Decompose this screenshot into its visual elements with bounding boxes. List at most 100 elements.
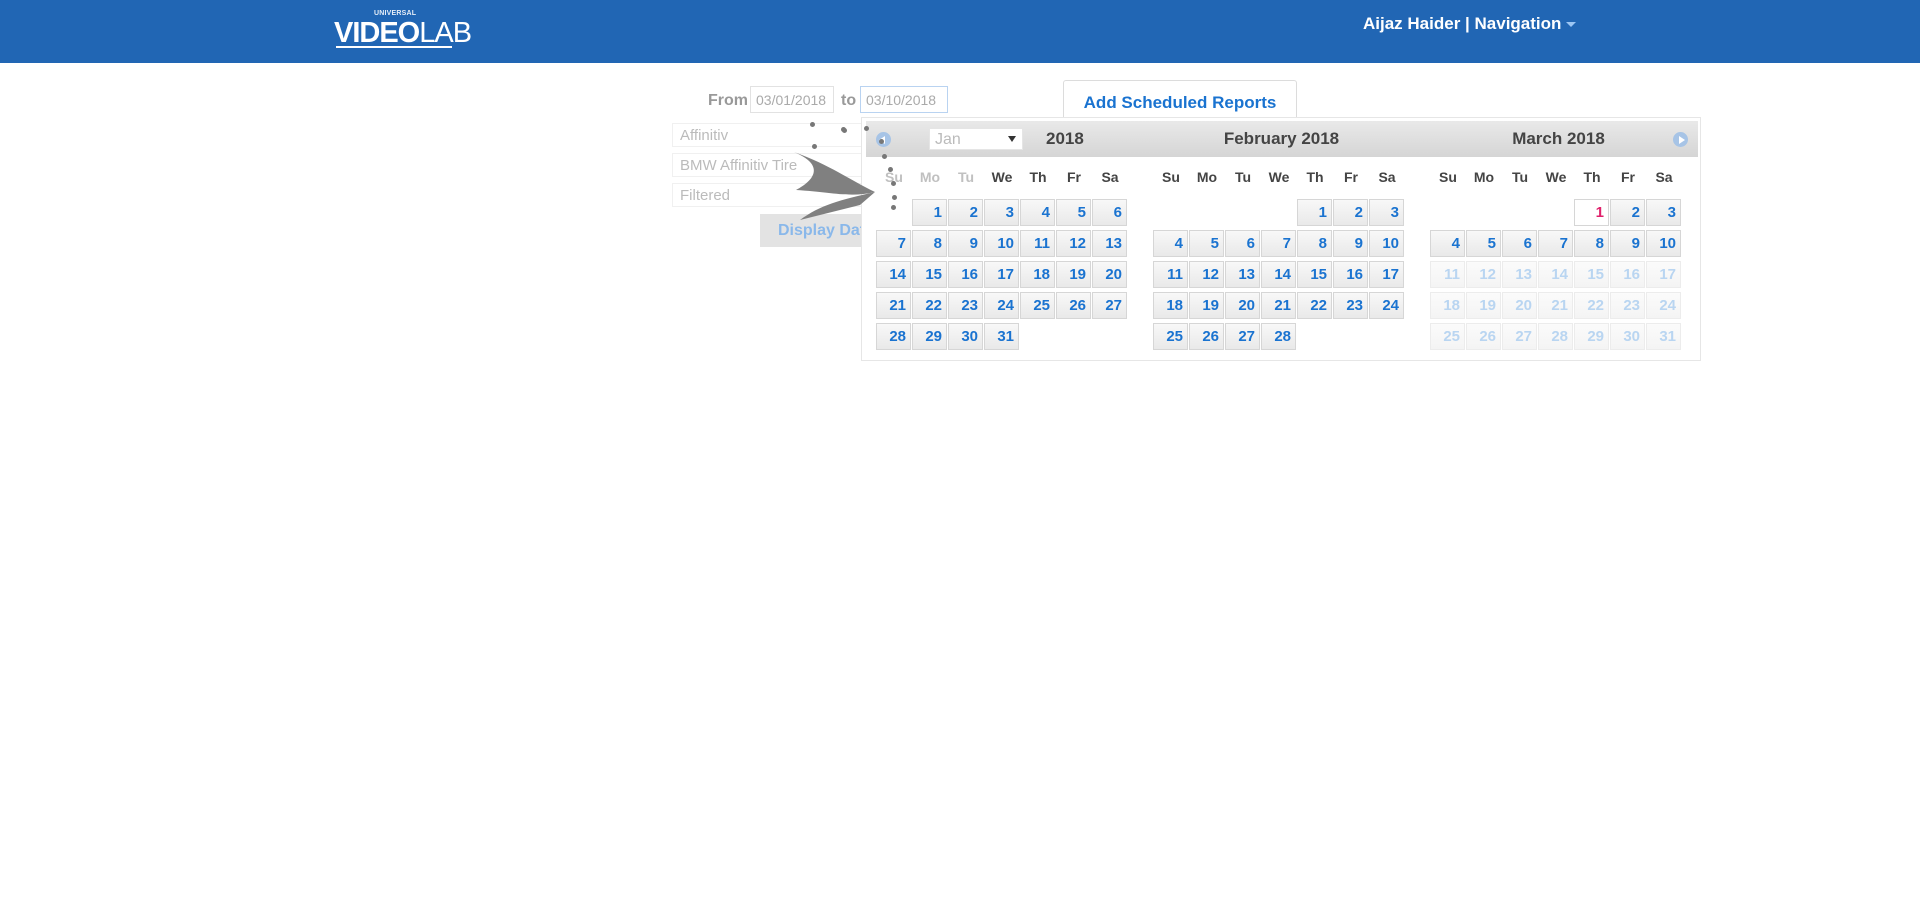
chevron-down-icon xyxy=(1566,22,1577,28)
calendar-day[interactable]: 3 xyxy=(1646,199,1681,226)
calendar-day[interactable]: 20 xyxy=(1092,261,1127,288)
calendar-day[interactable]: 6 xyxy=(1502,230,1537,257)
calendar-day[interactable]: 10 xyxy=(1646,230,1681,257)
calendar-day[interactable]: 4 xyxy=(1153,230,1188,257)
calendar-day[interactable]: 15 xyxy=(1297,261,1332,288)
calendar-day[interactable]: 9 xyxy=(1333,230,1368,257)
calendar-day[interactable]: 19 xyxy=(1056,261,1091,288)
calendar-day: 25 xyxy=(1430,323,1465,350)
calendar-day[interactable]: 6 xyxy=(1092,199,1127,226)
calendar-day[interactable]: 18 xyxy=(1153,292,1188,319)
calendar-day: 14 xyxy=(1538,261,1573,288)
user-navigation-menu[interactable]: Aijaz Haider | Navigation xyxy=(1363,14,1577,34)
calendar-day[interactable]: 28 xyxy=(876,323,911,350)
calendar-day[interactable]: 24 xyxy=(1369,292,1404,319)
calendar-day[interactable]: 29 xyxy=(912,323,947,350)
calendar-day[interactable]: 22 xyxy=(912,292,947,319)
calendar-day[interactable]: 3 xyxy=(1369,199,1404,226)
chevron-down-icon xyxy=(1008,136,1016,142)
weekday-label: We xyxy=(1268,169,1290,185)
calendar-day[interactable]: 26 xyxy=(1056,292,1091,319)
calendar-day[interactable]: 30 xyxy=(948,323,983,350)
calendar-day[interactable]: 2 xyxy=(1610,199,1645,226)
calendar-day: 13 xyxy=(1502,261,1537,288)
calendar-day[interactable]: 14 xyxy=(1261,261,1296,288)
user-navigation-label: Aijaz Haider | Navigation xyxy=(1363,14,1562,33)
weekday-label: Th xyxy=(1306,169,1324,185)
calendar-day[interactable]: 25 xyxy=(1153,323,1188,350)
calendar-day[interactable]: 21 xyxy=(1261,292,1296,319)
calendar-day[interactable]: 11 xyxy=(1153,261,1188,288)
calendar-day[interactable]: 24 xyxy=(984,292,1019,319)
weekday-label: Th xyxy=(1029,169,1047,185)
calendar-day[interactable]: 27 xyxy=(1092,292,1127,319)
calendar-day[interactable]: 7 xyxy=(1261,230,1296,257)
calendar-day: 19 xyxy=(1466,292,1501,319)
calendar-day[interactable]: 5 xyxy=(1466,230,1501,257)
calendar-day[interactable]: 2 xyxy=(1333,199,1368,226)
from-date-input[interactable]: 03/01/2018 xyxy=(750,86,834,113)
next-month-icon[interactable] xyxy=(1673,132,1688,147)
to-date-input[interactable]: 03/10/2018 xyxy=(860,86,948,113)
calendar-day[interactable]: 16 xyxy=(1333,261,1368,288)
calendar-day[interactable]: 4 xyxy=(1020,199,1055,226)
calendar-day[interactable]: 13 xyxy=(1092,230,1127,257)
calendar-day[interactable]: 10 xyxy=(984,230,1019,257)
calendar-day: 15 xyxy=(1574,261,1609,288)
calendar-day[interactable]: 23 xyxy=(1333,292,1368,319)
calendar-day[interactable]: 31 xyxy=(984,323,1019,350)
calendar-day[interactable]: 13 xyxy=(1225,261,1260,288)
calendar-day[interactable]: 20 xyxy=(1225,292,1260,319)
calendar-day[interactable]: 16 xyxy=(948,261,983,288)
calendar-day[interactable]: 26 xyxy=(1189,323,1224,350)
calendar-day[interactable]: 11 xyxy=(1020,230,1055,257)
calendar-day[interactable]: 1 xyxy=(1297,199,1332,226)
calendar-day[interactable]: 9 xyxy=(1610,230,1645,257)
calendar-day[interactable]: 27 xyxy=(1225,323,1260,350)
month-panel: 2018 Su Mo Tu We Th Fr Sa 1 2 3 4 5 6 7 8 9 10 11 12 13 14 15 1… xyxy=(866,118,1143,358)
calendar-day[interactable]: 3 xyxy=(984,199,1019,226)
weekday-label: We xyxy=(1545,169,1567,185)
calendar-day[interactable]: 1 xyxy=(912,199,947,226)
calendar-day: 11 xyxy=(1430,261,1465,288)
weekday-label: Mo xyxy=(1196,169,1218,185)
calendar-day[interactable]: 12 xyxy=(1056,230,1091,257)
calendar-day[interactable]: 8 xyxy=(1297,230,1332,257)
calendar-day[interactable]: 10 xyxy=(1369,230,1404,257)
calendar-day[interactable]: 8 xyxy=(1574,230,1609,257)
calendar-day[interactable]: 14 xyxy=(876,261,911,288)
calendar-day[interactable]: 1 xyxy=(1574,199,1609,226)
calendar-day[interactable]: 5 xyxy=(1189,230,1224,257)
calendar-day[interactable]: 21 xyxy=(876,292,911,319)
videolab-logo[interactable]: UNIVERSAL VIDEOLAB xyxy=(334,10,472,50)
weekday-label: Fr xyxy=(1621,169,1635,185)
calendar-day[interactable]: 12 xyxy=(1189,261,1224,288)
month-panel: March 2018 Su Mo Tu We Th Fr Sa 1 2 3 4 5 6 7 8 9 10 11 12 1… xyxy=(1420,118,1697,358)
calendar-day[interactable]: 2 xyxy=(948,199,983,226)
calendar-day[interactable]: 7 xyxy=(1538,230,1573,257)
logo-tagline: UNIVERSAL xyxy=(374,10,417,17)
calendar-day: 20 xyxy=(1502,292,1537,319)
calendar-day[interactable]: 15 xyxy=(912,261,947,288)
calendar-day[interactable]: 19 xyxy=(1189,292,1224,319)
calendar-day[interactable]: 5 xyxy=(1056,199,1091,226)
calendar-day[interactable]: 25 xyxy=(1020,292,1055,319)
calendar-day: 27 xyxy=(1502,323,1537,350)
calendar-day[interactable]: 7 xyxy=(876,230,911,257)
calendar-day: 18 xyxy=(1430,292,1465,319)
calendar-day[interactable]: 6 xyxy=(1225,230,1260,257)
calendar-day[interactable]: 18 xyxy=(1020,261,1055,288)
calendar-day: 22 xyxy=(1574,292,1609,319)
calendar-day[interactable]: 28 xyxy=(1261,323,1296,350)
weekday-label: Mo xyxy=(1473,169,1495,185)
month-select[interactable]: Jan xyxy=(929,128,1023,150)
calendar-day[interactable]: 4 xyxy=(1430,230,1465,257)
calendar-day[interactable]: 8 xyxy=(912,230,947,257)
calendar-day[interactable]: 9 xyxy=(948,230,983,257)
to-label: to xyxy=(841,92,857,109)
calendar-day[interactable]: 17 xyxy=(984,261,1019,288)
calendar-day[interactable]: 23 xyxy=(948,292,983,319)
calendar-day[interactable]: 17 xyxy=(1369,261,1404,288)
calendar-day: 29 xyxy=(1574,323,1609,350)
calendar-day[interactable]: 22 xyxy=(1297,292,1332,319)
